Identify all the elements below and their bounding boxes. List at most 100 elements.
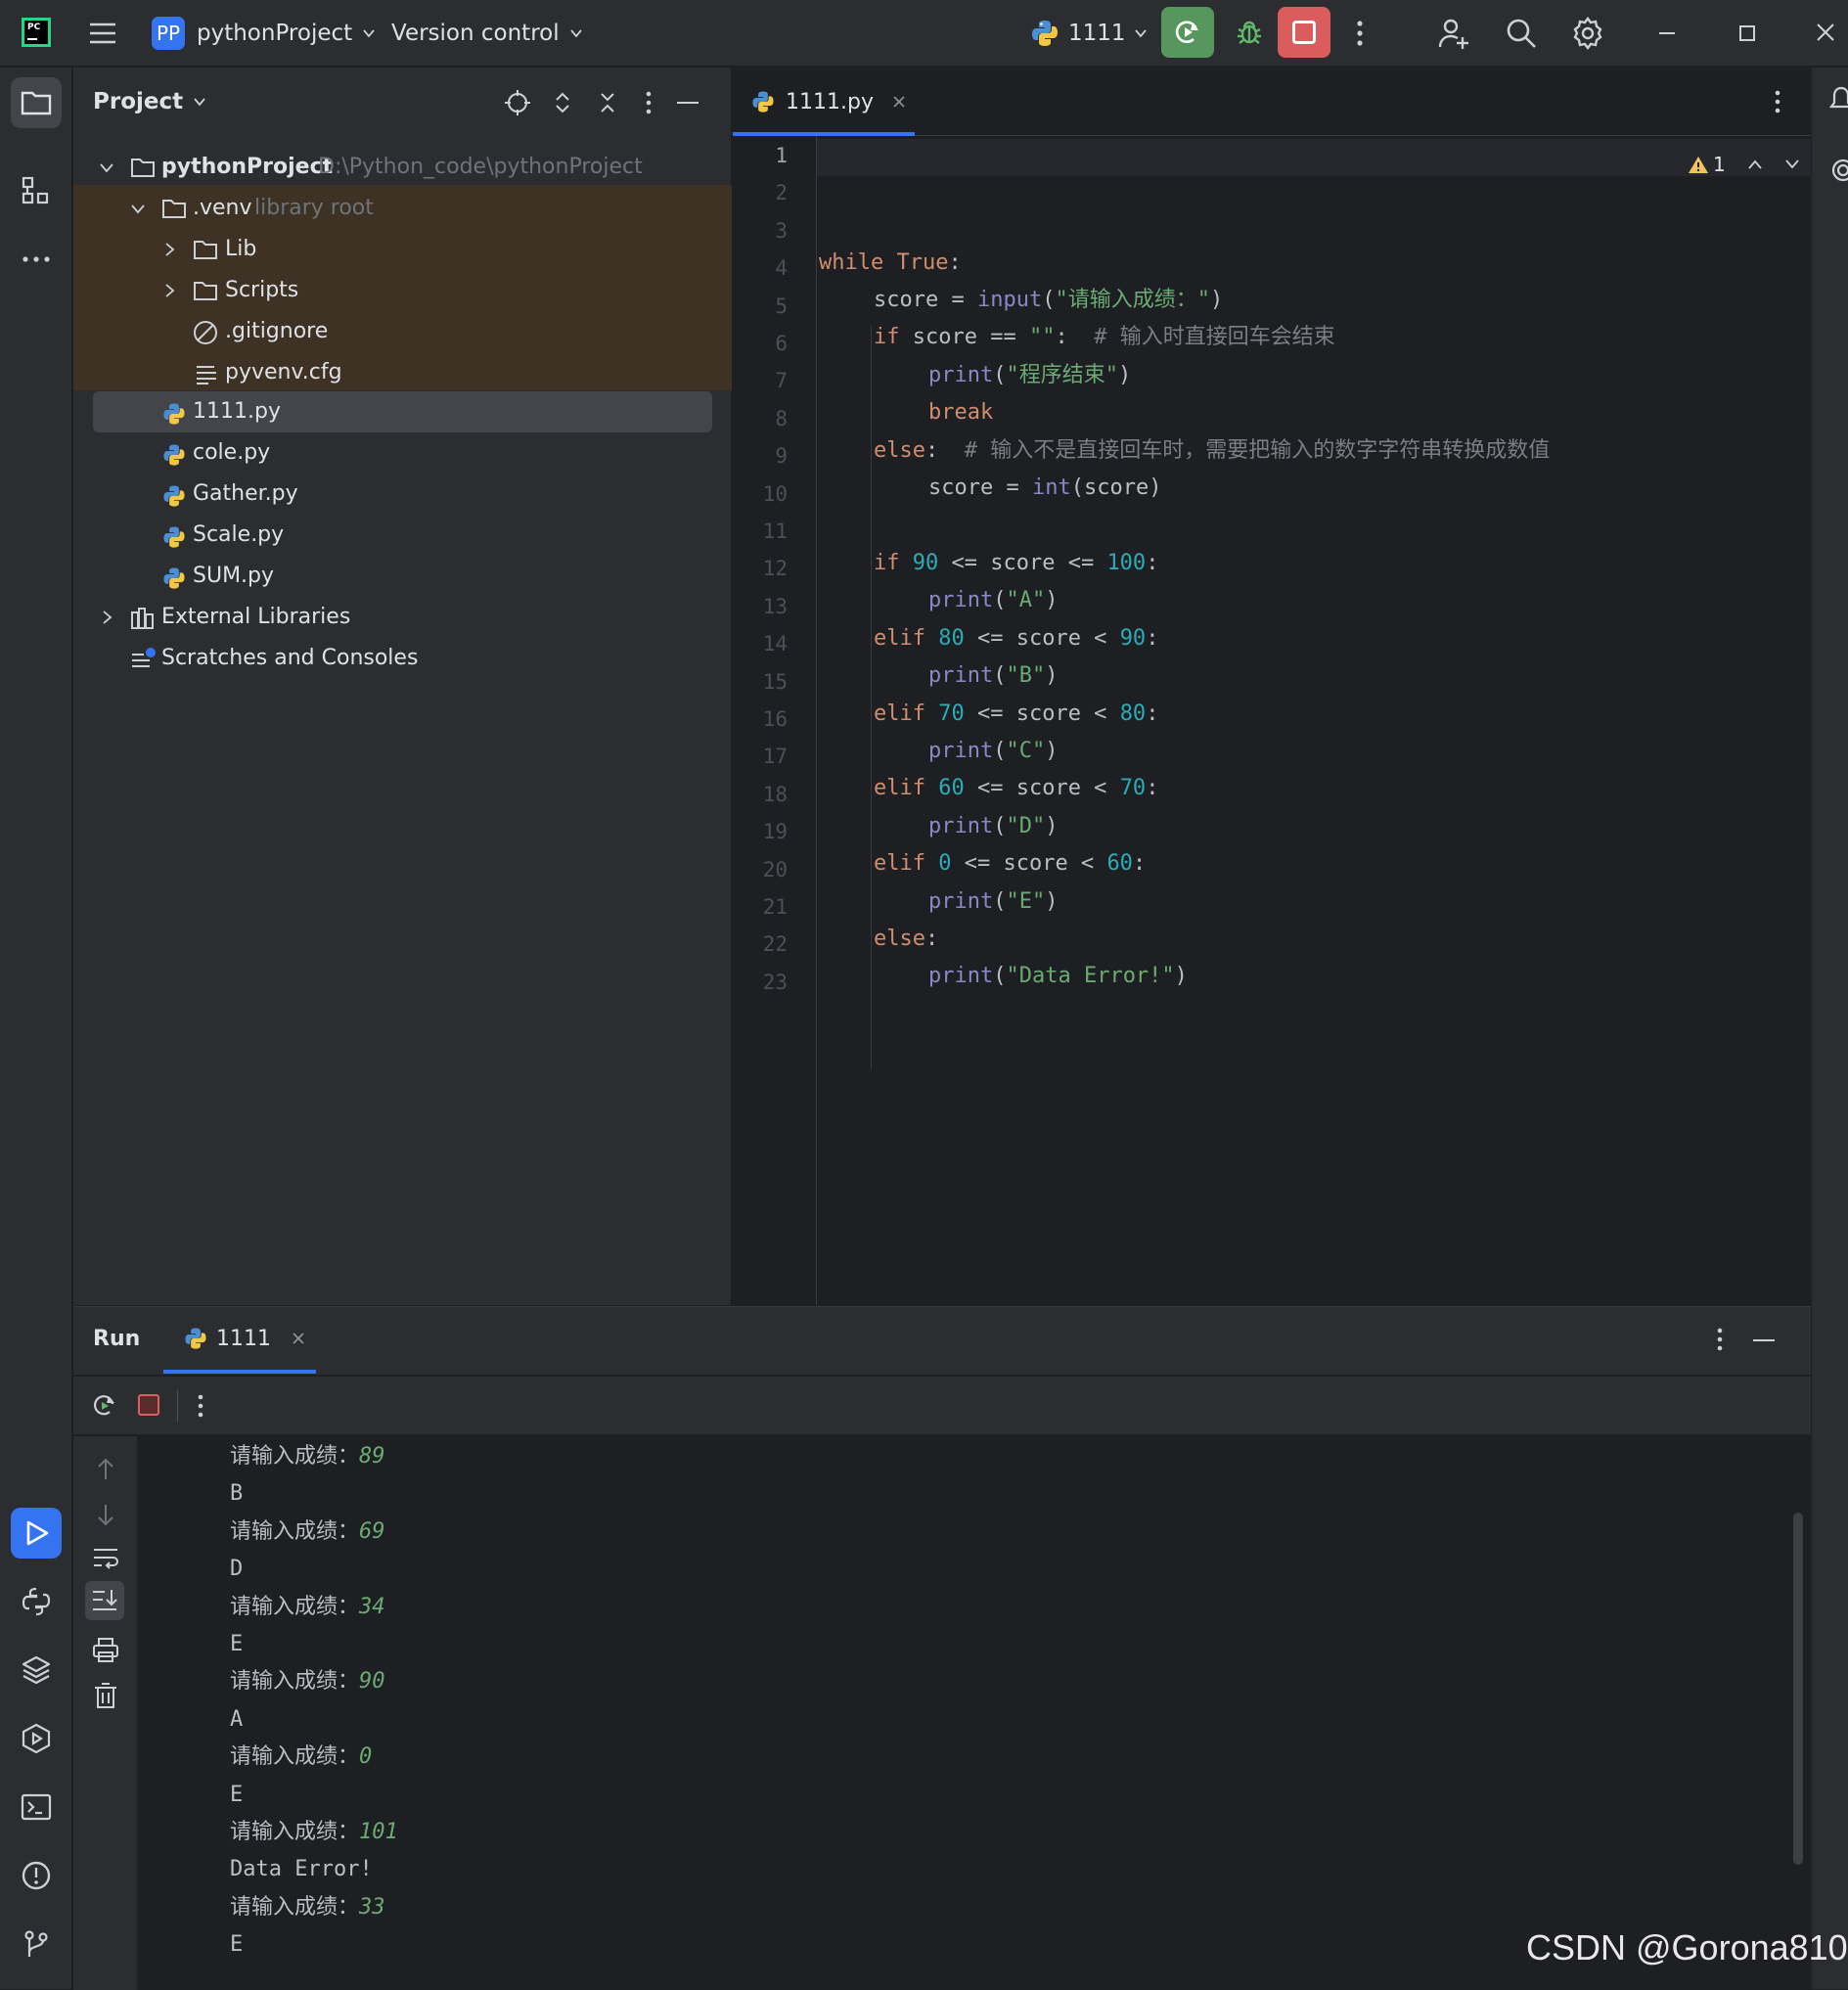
code-token: if bbox=[874, 325, 900, 349]
tree-item-scratches-and-consoles[interactable]: Scratches and Consoles bbox=[73, 639, 732, 680]
previous-highlight-icon[interactable] bbox=[1747, 158, 1763, 171]
code-line-18[interactable]: elif 0 <= score < 60: bbox=[874, 845, 1146, 882]
tree-item-sum-py[interactable]: SUM.py bbox=[73, 557, 732, 598]
tree-item-cole-py[interactable]: cole.py bbox=[73, 433, 732, 475]
project-tool-button[interactable] bbox=[11, 77, 62, 128]
more-tools-icon[interactable] bbox=[11, 234, 62, 285]
close-window-icon[interactable] bbox=[1813, 20, 1838, 45]
code-line-10[interactable]: if 90 <= score <= 100: bbox=[874, 545, 1158, 582]
collapse-all-icon[interactable] bbox=[594, 89, 621, 116]
more-actions-icon[interactable] bbox=[1350, 16, 1370, 51]
python-packages-tool-button[interactable] bbox=[11, 1645, 62, 1696]
tree-item-scripts[interactable]: Scripts bbox=[73, 271, 732, 312]
tree-item-gather-py[interactable]: Gather.py bbox=[73, 475, 732, 516]
maximize-window-icon[interactable] bbox=[1735, 22, 1759, 45]
tree-item-pyvenv-cfg[interactable]: pyvenv.cfg bbox=[73, 353, 732, 394]
settings-gear-icon[interactable] bbox=[1570, 16, 1605, 51]
console-user-input: 69 bbox=[359, 1518, 385, 1544]
clear-all-trash-icon[interactable] bbox=[91, 1681, 120, 1710]
inspection-widget[interactable]: 1 bbox=[1688, 150, 1800, 179]
code-line-5[interactable]: print("程序结束") bbox=[928, 357, 1131, 394]
python-console-tool-button[interactable] bbox=[11, 1576, 62, 1627]
scroll-to-end-button[interactable] bbox=[85, 1581, 124, 1620]
code-token: else bbox=[874, 438, 925, 463]
console-output[interactable]: 请输入成绩：89 B 请输入成绩：69 D 请输入成绩：34 E 请输入成绩：90 A 请输入成… bbox=[138, 1436, 1811, 1990]
git-tool-button[interactable] bbox=[11, 1919, 62, 1969]
services-tool-button[interactable] bbox=[11, 1713, 62, 1764]
editor-tab-options-icon[interactable] bbox=[1768, 87, 1787, 116]
scroll-down-icon[interactable] bbox=[93, 1501, 118, 1528]
project-panel-header[interactable]: Project bbox=[93, 89, 206, 114]
run-panel-options-icon[interactable] bbox=[1710, 1325, 1730, 1354]
rerun-button[interactable] bbox=[91, 1392, 118, 1420]
stop-button[interactable] bbox=[138, 1394, 161, 1418]
run-more-icon[interactable] bbox=[191, 1392, 210, 1420]
code-line-3[interactable]: score = input("请输入成绩：") bbox=[874, 282, 1223, 319]
chevron-right-icon bbox=[165, 284, 175, 297]
rerun-button[interactable] bbox=[1161, 7, 1214, 58]
structure-tool-button[interactable] bbox=[11, 165, 62, 216]
stop-button[interactable] bbox=[1278, 7, 1330, 58]
stop-icon bbox=[138, 1394, 159, 1416]
left-tool-strip bbox=[0, 68, 72, 1989]
tree-item-pythonproject[interactable]: pythonProject D:\Python_code\pythonProje… bbox=[73, 148, 732, 189]
tree-item-gitignore[interactable]: .gitignore bbox=[73, 312, 732, 353]
code-line-6[interactable]: break bbox=[928, 394, 993, 431]
code-line-16[interactable]: elif 60 <= score < 70: bbox=[874, 770, 1158, 807]
print-icon[interactable] bbox=[91, 1636, 120, 1663]
code-token: ( bbox=[993, 663, 1007, 688]
python-file-icon bbox=[163, 485, 185, 507]
close-tab-icon[interactable] bbox=[291, 1331, 306, 1346]
locate-file-icon[interactable] bbox=[504, 89, 531, 116]
code-line-19[interactable]: print("E") bbox=[928, 883, 1058, 921]
code-line-4[interactable]: if score == "": # 输入时直接回车会结束 bbox=[874, 319, 1335, 356]
expand-all-icon[interactable] bbox=[549, 89, 576, 116]
version-control-widget[interactable]: Version control bbox=[391, 14, 583, 53]
code-token: : bbox=[924, 438, 965, 463]
close-tab-icon[interactable] bbox=[891, 94, 907, 110]
terminal-tool-button[interactable] bbox=[11, 1782, 62, 1832]
editor-tab-1111-py[interactable]: 1111.py bbox=[750, 85, 907, 118]
code-line-13[interactable]: print("B") bbox=[928, 657, 1058, 695]
hide-panel-icon[interactable] bbox=[674, 89, 701, 116]
tree-item-lib[interactable]: Lib bbox=[73, 230, 732, 271]
console-prompt-line: 请输入成绩：69 bbox=[230, 1514, 385, 1551]
code-token: ) bbox=[1045, 889, 1059, 914]
tree-item-scale-py[interactable]: Scale.py bbox=[73, 516, 732, 557]
tree-item-1111-py[interactable]: 1111.py bbox=[73, 392, 732, 433]
main-menu-icon[interactable] bbox=[88, 20, 117, 47]
console-scrollbar-thumb[interactable] bbox=[1793, 1513, 1803, 1865]
notifications-bell-icon[interactable] bbox=[1829, 85, 1848, 114]
code-line-17[interactable]: print("D") bbox=[928, 808, 1058, 845]
services-icon bbox=[22, 1723, 51, 1754]
code-line-7[interactable]: else: # 输入不是直接回车时，需要把输入的数字字符串转换成数值 bbox=[874, 432, 1550, 470]
code-token: print bbox=[928, 964, 994, 988]
code-token: ) bbox=[1045, 814, 1059, 838]
code-line-14[interactable]: elif 70 <= score < 80: bbox=[874, 696, 1158, 733]
debug-button[interactable] bbox=[1228, 10, 1271, 55]
minimize-window-icon[interactable] bbox=[1655, 22, 1679, 45]
pycharm-logo[interactable]: PC bbox=[22, 18, 51, 47]
code-line-2[interactable]: while True: bbox=[819, 245, 962, 282]
next-highlight-icon[interactable] bbox=[1784, 158, 1800, 171]
tree-item-venv[interactable]: .venv library root bbox=[73, 189, 732, 230]
project-options-icon[interactable] bbox=[639, 89, 658, 116]
code-line-15[interactable]: print("C") bbox=[928, 733, 1058, 770]
scroll-up-icon[interactable] bbox=[93, 1456, 118, 1483]
hide-panel-icon[interactable] bbox=[1750, 1327, 1778, 1354]
code-line-21[interactable]: print("Data Error!") bbox=[928, 958, 1188, 995]
run-tool-button[interactable] bbox=[11, 1508, 62, 1559]
code-line-20[interactable]: else: bbox=[874, 921, 938, 958]
run-config-selector[interactable]: 1111 bbox=[1029, 14, 1148, 53]
search-icon[interactable] bbox=[1504, 16, 1539, 51]
code-line-8[interactable]: score = int(score) bbox=[928, 470, 1161, 507]
code-line-12[interactable]: elif 80 <= score < 90: bbox=[874, 620, 1158, 657]
run-tab-1111[interactable]: 1111 bbox=[183, 1321, 306, 1356]
code-with-me-icon[interactable] bbox=[1436, 16, 1471, 51]
tree-item-external-libraries[interactable]: External Libraries bbox=[73, 598, 732, 639]
soft-wrap-icon[interactable] bbox=[91, 1544, 120, 1571]
ai-assistant-icon[interactable] bbox=[1829, 156, 1848, 185]
project-widget[interactable]: PP pythonProject bbox=[152, 14, 376, 53]
problems-tool-button[interactable] bbox=[11, 1850, 62, 1901]
code-line-11[interactable]: print("A") bbox=[928, 582, 1058, 619]
